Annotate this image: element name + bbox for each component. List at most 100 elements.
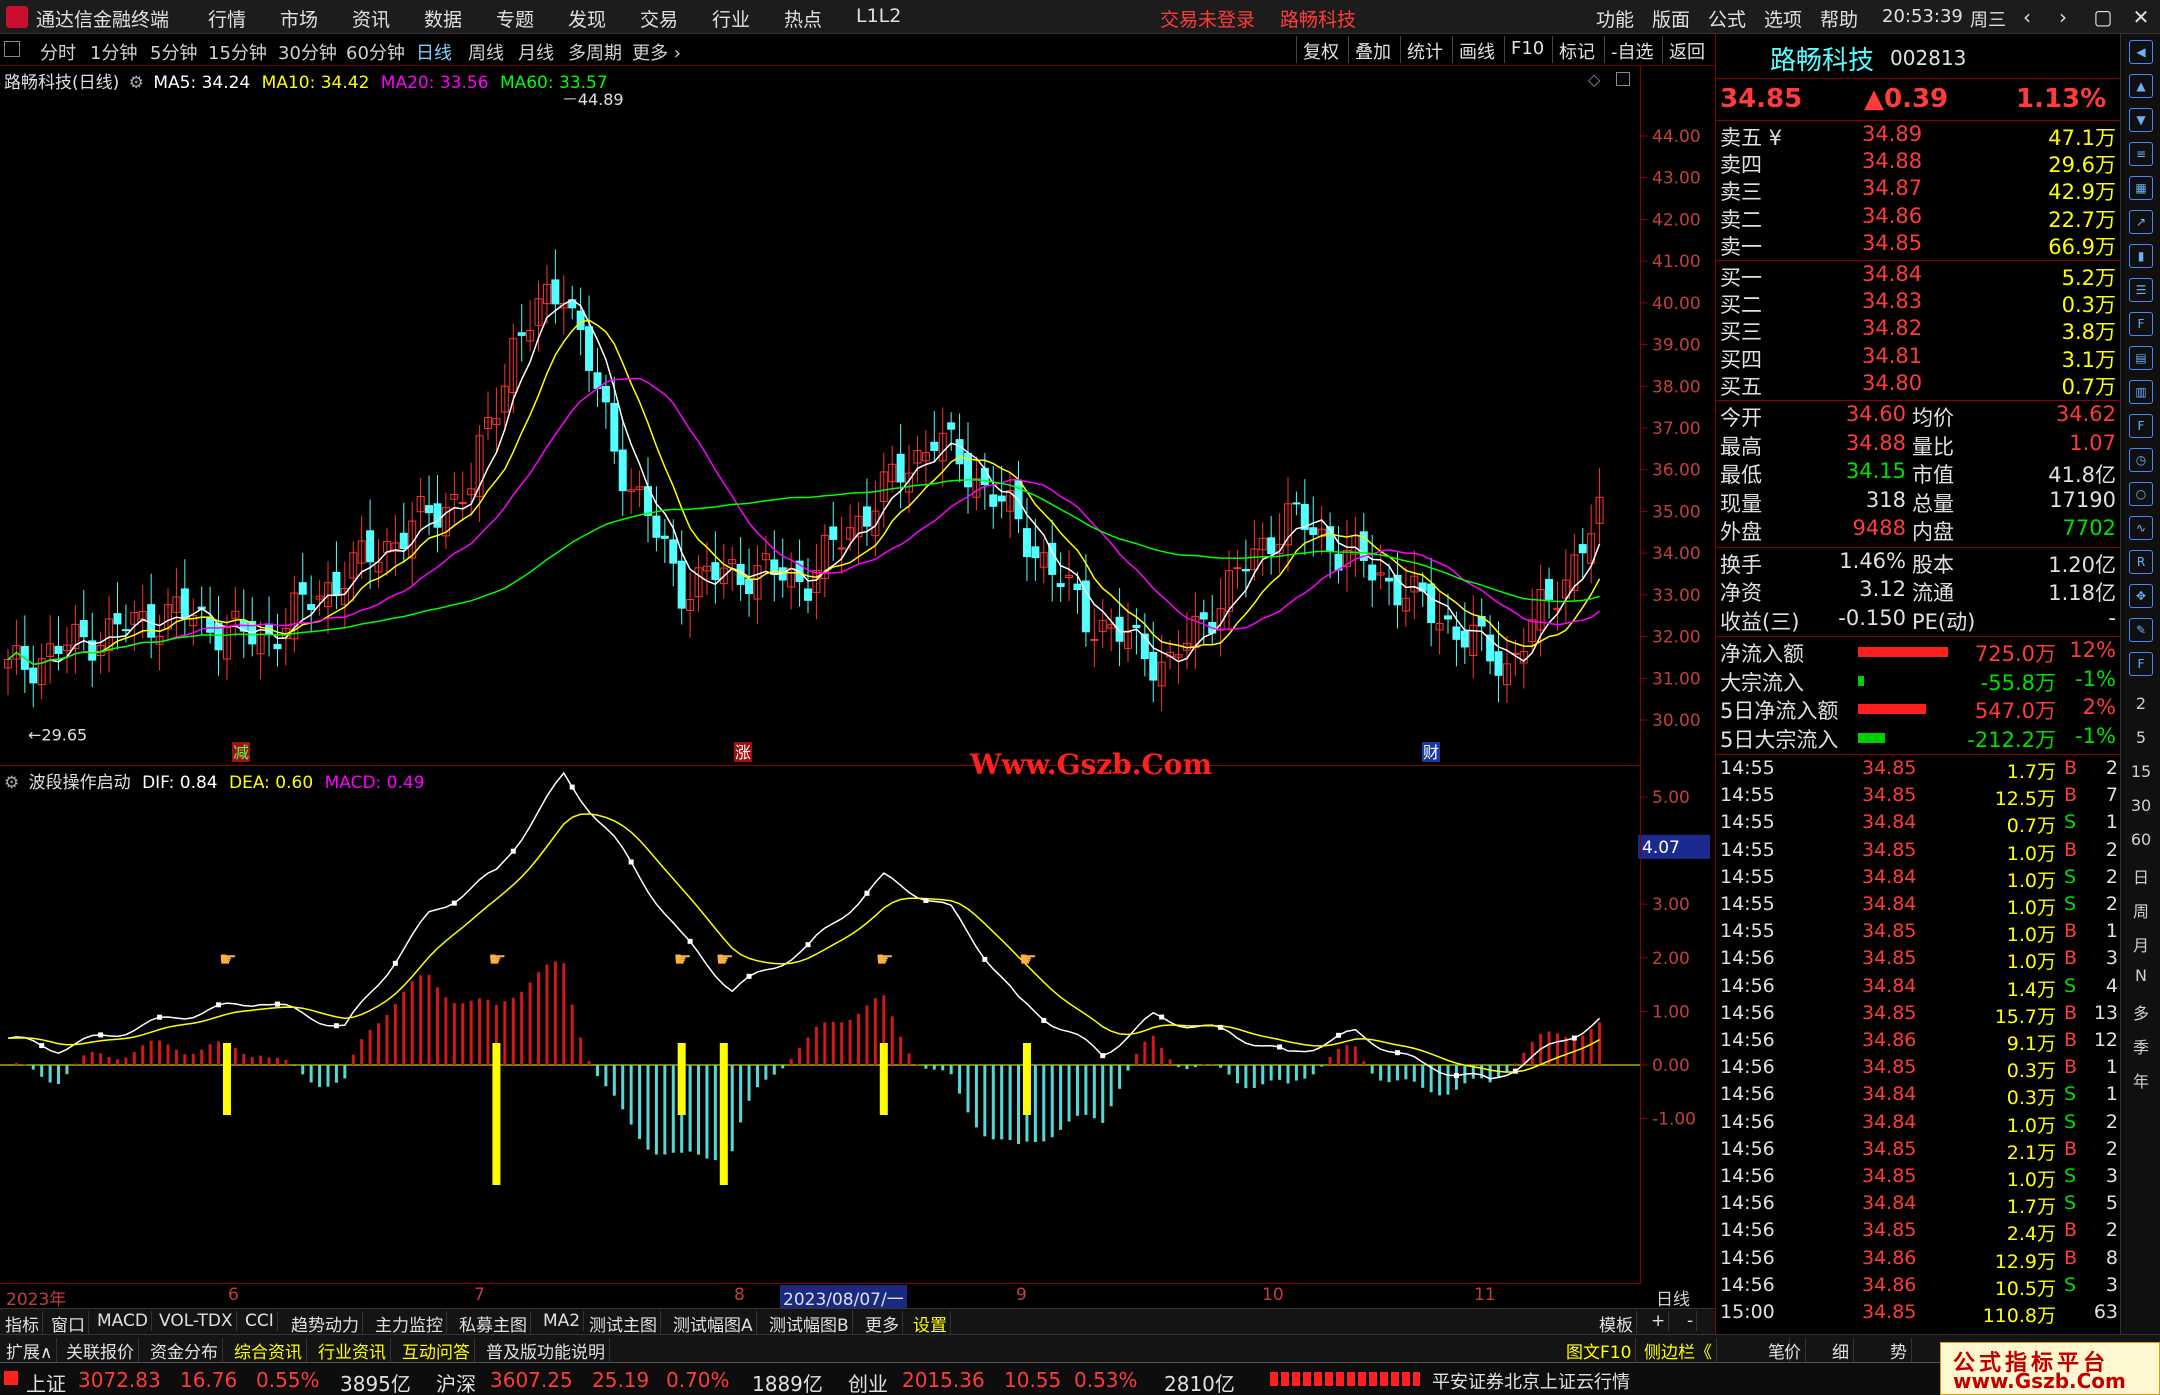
- period-shortcut[interactable]: 季: [2127, 1034, 2155, 1058]
- tab-test-main[interactable]: 测试主图: [586, 1311, 661, 1336]
- tab-graphic-f10[interactable]: 图文F10: [1562, 1338, 1637, 1363]
- tab-general-news[interactable]: 综合资讯: [230, 1338, 307, 1363]
- menu-item-options[interactable]: 选项: [1764, 5, 1802, 32]
- sh-index-label[interactable]: 上证: [26, 1368, 66, 1395]
- fold-icon[interactable]: ◀: [2129, 40, 2153, 64]
- period-tab-15min[interactable]: 15分钟: [208, 39, 267, 65]
- period-tab-60min[interactable]: 60分钟: [346, 39, 405, 65]
- tab-main-monitor[interactable]: 主力监控: [372, 1311, 447, 1336]
- menu-item-trade[interactable]: 交易: [640, 5, 678, 32]
- f12-icon[interactable]: F: [2129, 414, 2153, 438]
- tab-ma2[interactable]: MA2: [540, 1311, 585, 1331]
- period-shortcut[interactable]: 2: [2127, 694, 2155, 713]
- login-alert-link[interactable]: 交易未登录: [1160, 5, 1255, 32]
- tab-settings[interactable]: 设置: [910, 1311, 951, 1336]
- circle-icon[interactable]: ○: [2129, 482, 2153, 506]
- tab-sidebar[interactable]: 侧边栏《: [1640, 1338, 1717, 1363]
- period-shortcut[interactable]: N: [2127, 966, 2155, 985]
- period-shortcut[interactable]: 15: [2127, 762, 2155, 781]
- calendar-icon[interactable]: ▤: [2129, 346, 2153, 370]
- menu-item-quotes[interactable]: 行情: [208, 5, 246, 32]
- tab-function-desc[interactable]: 普及版功能说明: [482, 1338, 610, 1363]
- tab-detail[interactable]: 细: [1828, 1338, 1854, 1363]
- template-button[interactable]: 模板: [1596, 1311, 1637, 1336]
- tab-test-sub-a[interactable]: 测试幅图A: [670, 1311, 757, 1336]
- up-icon[interactable]: ▲: [2129, 74, 2153, 98]
- bid-row[interactable]: 买四 34.81 3.1万: [1716, 344, 2121, 372]
- panel-toggle-icon[interactable]: [4, 41, 20, 57]
- tab-trend-power[interactable]: 趋势动力: [288, 1311, 363, 1336]
- period-tab-monthly[interactable]: 月线: [518, 39, 554, 65]
- period-tab-more[interactable]: 更多 ›: [632, 39, 681, 65]
- tab-qa[interactable]: 互动问答: [398, 1338, 475, 1363]
- kline-chart-pane[interactable]: 路畅科技(日线) ⚙ MA5: 34.24 MA10: 34.42 MA20: …: [0, 66, 1701, 781]
- period-tab-weekly[interactable]: 周线: [468, 39, 504, 65]
- tab-cci[interactable]: CCI: [242, 1311, 278, 1331]
- tool-remove-watch-button[interactable]: -自选: [1604, 36, 1660, 63]
- menu-item-market[interactable]: 市场: [280, 5, 318, 32]
- period-shortcut[interactable]: 多: [2127, 1000, 2155, 1024]
- tool-draw-button[interactable]: 画线: [1452, 36, 1501, 63]
- list-icon[interactable]: ☰: [2129, 278, 2153, 302]
- rsi-icon[interactable]: R: [2129, 550, 2153, 574]
- period-tab-30min[interactable]: 30分钟: [278, 39, 337, 65]
- tool-adjust-button[interactable]: 复权: [1296, 36, 1345, 63]
- menu-item-help[interactable]: 帮助: [1820, 5, 1858, 32]
- bid-row[interactable]: 买二 34.83 0.3万: [1716, 289, 2121, 317]
- ask-row[interactable]: 卖三 34.87 42.9万: [1716, 176, 2121, 204]
- remove-pane-button[interactable]: -: [1684, 1311, 1698, 1331]
- menu-item-l1l2[interactable]: L1L2: [856, 5, 901, 27]
- ask-row[interactable]: 卖五 ¥ 34.89 47.1万: [1716, 122, 2121, 150]
- tab-fund-distribution[interactable]: 资金分布: [146, 1338, 223, 1363]
- menu-item-function[interactable]: 功能: [1596, 5, 1634, 32]
- tab-window[interactable]: 窗口: [48, 1311, 89, 1336]
- period-shortcut[interactable]: 30: [2127, 796, 2155, 815]
- menu-item-discover[interactable]: 发现: [568, 5, 606, 32]
- tab-private-main[interactable]: 私募主图: [456, 1311, 531, 1336]
- down-icon[interactable]: ▼: [2129, 108, 2153, 132]
- grid-icon[interactable]: ▦: [2129, 176, 2153, 200]
- tab-test-sub-b[interactable]: 测试幅图B: [766, 1311, 853, 1336]
- tab-related-quotes[interactable]: 关联报价: [62, 1338, 139, 1363]
- menu-item-layout[interactable]: 版面: [1652, 5, 1690, 32]
- tool-f10-button[interactable]: F10: [1504, 36, 1550, 63]
- bid-row[interactable]: 买五 34.80 0.7万: [1716, 371, 2121, 399]
- tab-macd[interactable]: MACD: [94, 1311, 152, 1331]
- pen-icon[interactable]: ✎: [2129, 618, 2153, 642]
- ask-row[interactable]: 卖四 34.88 29.6万: [1716, 149, 2121, 177]
- period-shortcut[interactable]: 月: [2127, 932, 2155, 956]
- candle-icon[interactable]: ▮: [2129, 244, 2153, 268]
- forward-nav-icon[interactable]: ›: [2046, 2, 2080, 32]
- tab-vol-tdx[interactable]: VOL-TDX: [156, 1311, 237, 1331]
- tool-stats-button[interactable]: 统计: [1400, 36, 1449, 63]
- notes-icon[interactable]: ≡: [2129, 142, 2153, 166]
- tab-indicator[interactable]: 指标: [2, 1311, 43, 1336]
- tab-industry-news[interactable]: 行业资讯: [314, 1338, 391, 1363]
- menu-item-topics[interactable]: 专题: [496, 5, 534, 32]
- chart-icon[interactable]: ↗: [2129, 210, 2153, 234]
- macd-chart-pane[interactable]: ⚙ 波段操作启动 DIF: 0.84 DEA: 0.60 MACD: 0.49 …: [0, 766, 1710, 1284]
- tab-expand[interactable]: 扩展∧: [2, 1338, 58, 1363]
- bid-row[interactable]: 买一 34.84 5.2万: [1716, 262, 2121, 290]
- period-tab-1min[interactable]: 1分钟: [90, 39, 137, 65]
- restore-window-icon[interactable]: ▢: [2086, 2, 2120, 32]
- menu-item-data[interactable]: 数据: [424, 5, 462, 32]
- move-icon[interactable]: ✥: [2129, 584, 2153, 608]
- fs-icon[interactable]: F: [2129, 652, 2153, 676]
- menu-item-news[interactable]: 资讯: [352, 5, 390, 32]
- period-shortcut[interactable]: 日: [2127, 864, 2155, 888]
- period-tab-daily[interactable]: 日线: [416, 39, 452, 65]
- menu-item-formula[interactable]: 公式: [1708, 5, 1746, 32]
- tab-trend[interactable]: 势: [1886, 1338, 1912, 1363]
- hs-index-label[interactable]: 沪深: [436, 1368, 476, 1395]
- ask-row[interactable]: 卖二 34.86 22.7万: [1716, 204, 2121, 232]
- clock-icon[interactable]: ◷: [2129, 448, 2153, 472]
- period-tab-5min[interactable]: 5分钟: [150, 39, 197, 65]
- close-window-icon[interactable]: ✕: [2124, 2, 2158, 32]
- period-tab-multi[interactable]: 多周期: [568, 39, 622, 65]
- back-nav-icon[interactable]: ‹: [2010, 2, 2044, 32]
- tool-mark-button[interactable]: 标记: [1552, 36, 1601, 63]
- tab-price[interactable]: 价: [1780, 1338, 1806, 1363]
- period-shortcut[interactable]: 60: [2127, 830, 2155, 849]
- cy-index-label[interactable]: 创业: [848, 1368, 888, 1395]
